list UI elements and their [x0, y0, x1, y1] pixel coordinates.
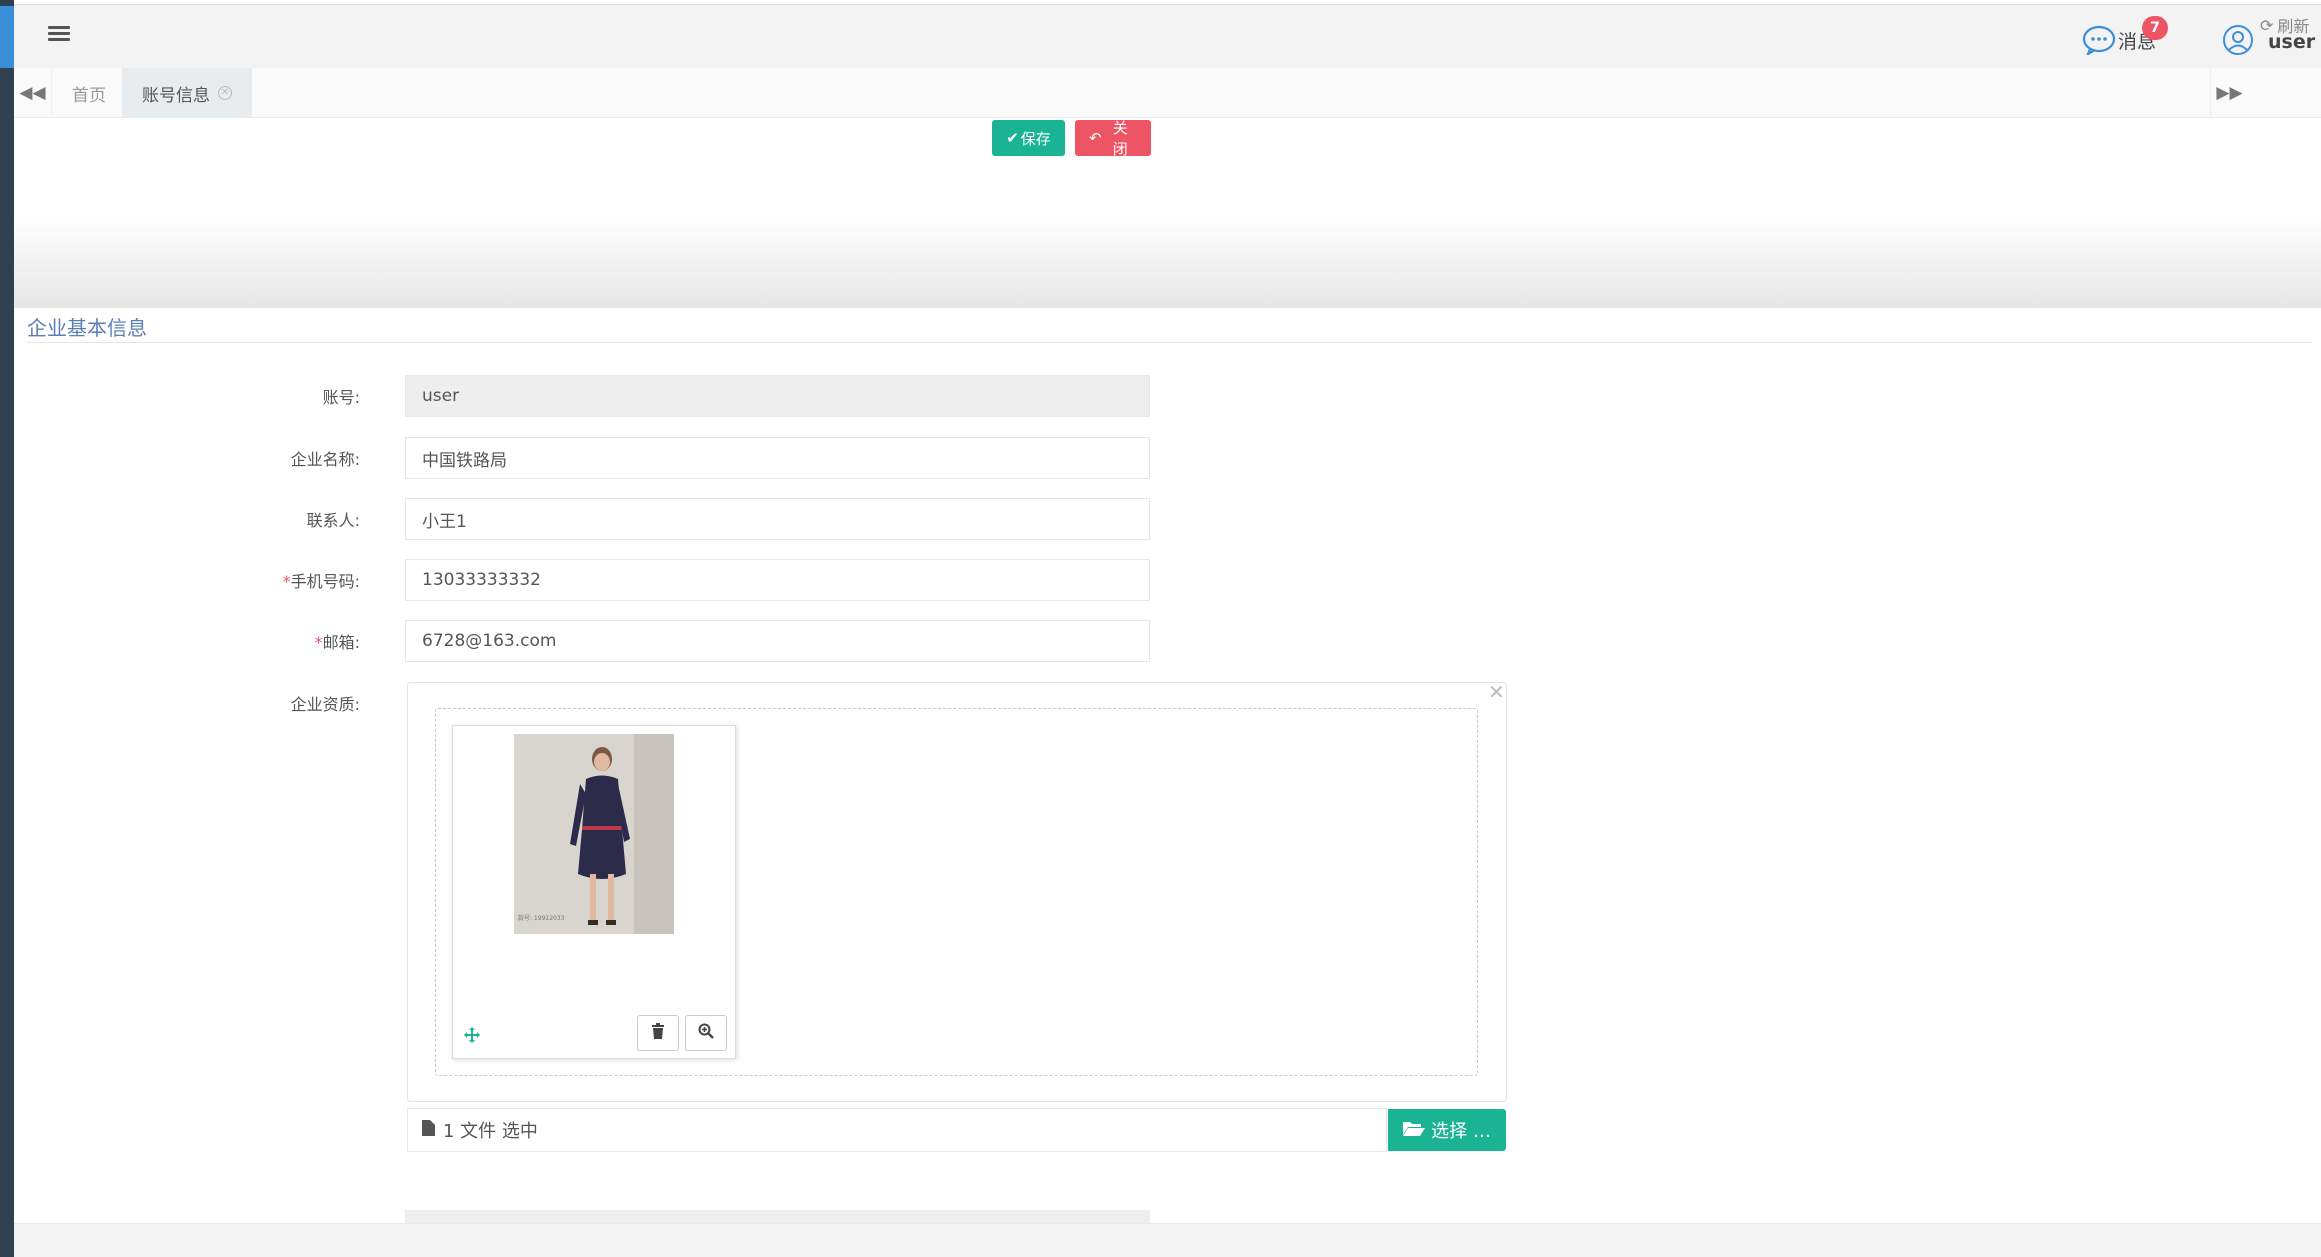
account-value: user	[422, 386, 460, 406]
user-avatar-icon	[2222, 24, 2254, 60]
file-caption-text: 1 文件 选中	[443, 1121, 538, 1142]
email-required-mark: *	[314, 633, 323, 652]
messages-count-badge: 7	[2142, 16, 2168, 40]
file-caption-field: 1 文件 选中	[407, 1108, 1387, 1152]
tab-home[interactable]: 首页	[52, 68, 126, 118]
refresh-label: 刷新	[2277, 17, 2310, 36]
close-label: 关 闭	[1112, 120, 1128, 158]
tab-home-label: 首页	[72, 85, 106, 106]
tab-close-icon[interactable]: ✕	[218, 86, 232, 100]
save-label: 保存	[1020, 130, 1051, 148]
company-name-input[interactable]: 中国铁路局	[405, 437, 1150, 479]
company-name-value: 中国铁路局	[422, 450, 507, 471]
close-button[interactable]: ↶ 关 闭	[1075, 120, 1151, 158]
sidebar-accent	[0, 6, 14, 68]
phone-input[interactable]: 13033333332	[405, 559, 1150, 601]
tab-scroll-left-icon[interactable]: ◀◀	[14, 68, 52, 118]
choose-file-label: 选择 …	[1431, 1121, 1491, 1142]
qualification-label: 企业资质:	[290, 695, 360, 714]
image-caption: 款号: 19912033	[518, 915, 565, 922]
trash-icon	[651, 1023, 665, 1043]
clear-preview-icon[interactable]: ✕	[1488, 680, 1505, 704]
reply-icon: ↶	[1089, 130, 1102, 147]
save-button[interactable]: ✔ 保存	[992, 120, 1065, 156]
refresh-button[interactable]: ⟳ 刷新	[2260, 0, 2309, 50]
refresh-icon: ⟳	[2260, 15, 2274, 35]
email-label: *邮箱:	[180, 629, 360, 653]
next-field-partial	[405, 1210, 1150, 1224]
toolbar-shadow	[14, 215, 2321, 308]
tab-scroll-right-icon[interactable]: ▶▶	[2210, 68, 2248, 118]
tab-account-info-label: 账号信息	[142, 85, 210, 106]
email-input[interactable]: 6728@163.com	[405, 620, 1150, 662]
page-footer	[14, 1223, 2321, 1257]
contact-label: 联系人:	[306, 511, 360, 530]
email-value: 6728@163.com	[422, 631, 557, 651]
menu-toggle-icon[interactable]	[48, 23, 70, 45]
phone-required-mark: *	[282, 572, 291, 591]
app-root: 消息 7 user ◀◀ 首页 账号信息 ✕ ▶▶ ⟳ 刷新 ✔ 保存 ↶ 关 …	[0, 0, 2321, 1257]
file-thumbnail: 款号: 19912033	[452, 725, 736, 1059]
section-divider	[27, 342, 2312, 343]
file-icon	[422, 1119, 435, 1141]
contact-value: 小王1	[422, 511, 467, 532]
qualification-image[interactable]: 款号: 19912033	[514, 734, 674, 934]
form-toolbar: ✔ 保存 ↶ 关 闭	[992, 120, 1151, 158]
company-name-label: 企业名称:	[290, 450, 360, 469]
email-label-text: 邮箱:	[322, 633, 360, 652]
folder-open-icon	[1403, 1120, 1426, 1141]
sidebar-strip	[0, 0, 14, 1257]
contact-input[interactable]: 小王1	[405, 498, 1150, 540]
choose-file-button[interactable]: 选择 …	[1388, 1109, 1506, 1151]
delete-file-button[interactable]	[637, 1015, 679, 1051]
tab-account-info[interactable]: 账号信息 ✕	[122, 68, 252, 118]
top-navbar	[14, 4, 2321, 68]
account-label: 账号:	[322, 388, 360, 407]
account-field: user	[405, 375, 1150, 417]
drag-handle-icon[interactable]	[463, 1026, 481, 1044]
tab-bar: ◀◀ 首页 账号信息 ✕ ▶▶	[14, 68, 2321, 118]
phone-value: 13033333332	[422, 570, 541, 590]
zoom-icon	[698, 1023, 714, 1043]
phone-label: *手机号码:	[180, 568, 360, 592]
phone-label-text: 手机号码:	[290, 572, 360, 591]
chat-bubble-icon	[2082, 25, 2116, 57]
zoom-file-button[interactable]	[685, 1015, 727, 1051]
check-icon: ✔	[1006, 130, 1019, 147]
section-title: 企业基本信息	[27, 316, 147, 340]
